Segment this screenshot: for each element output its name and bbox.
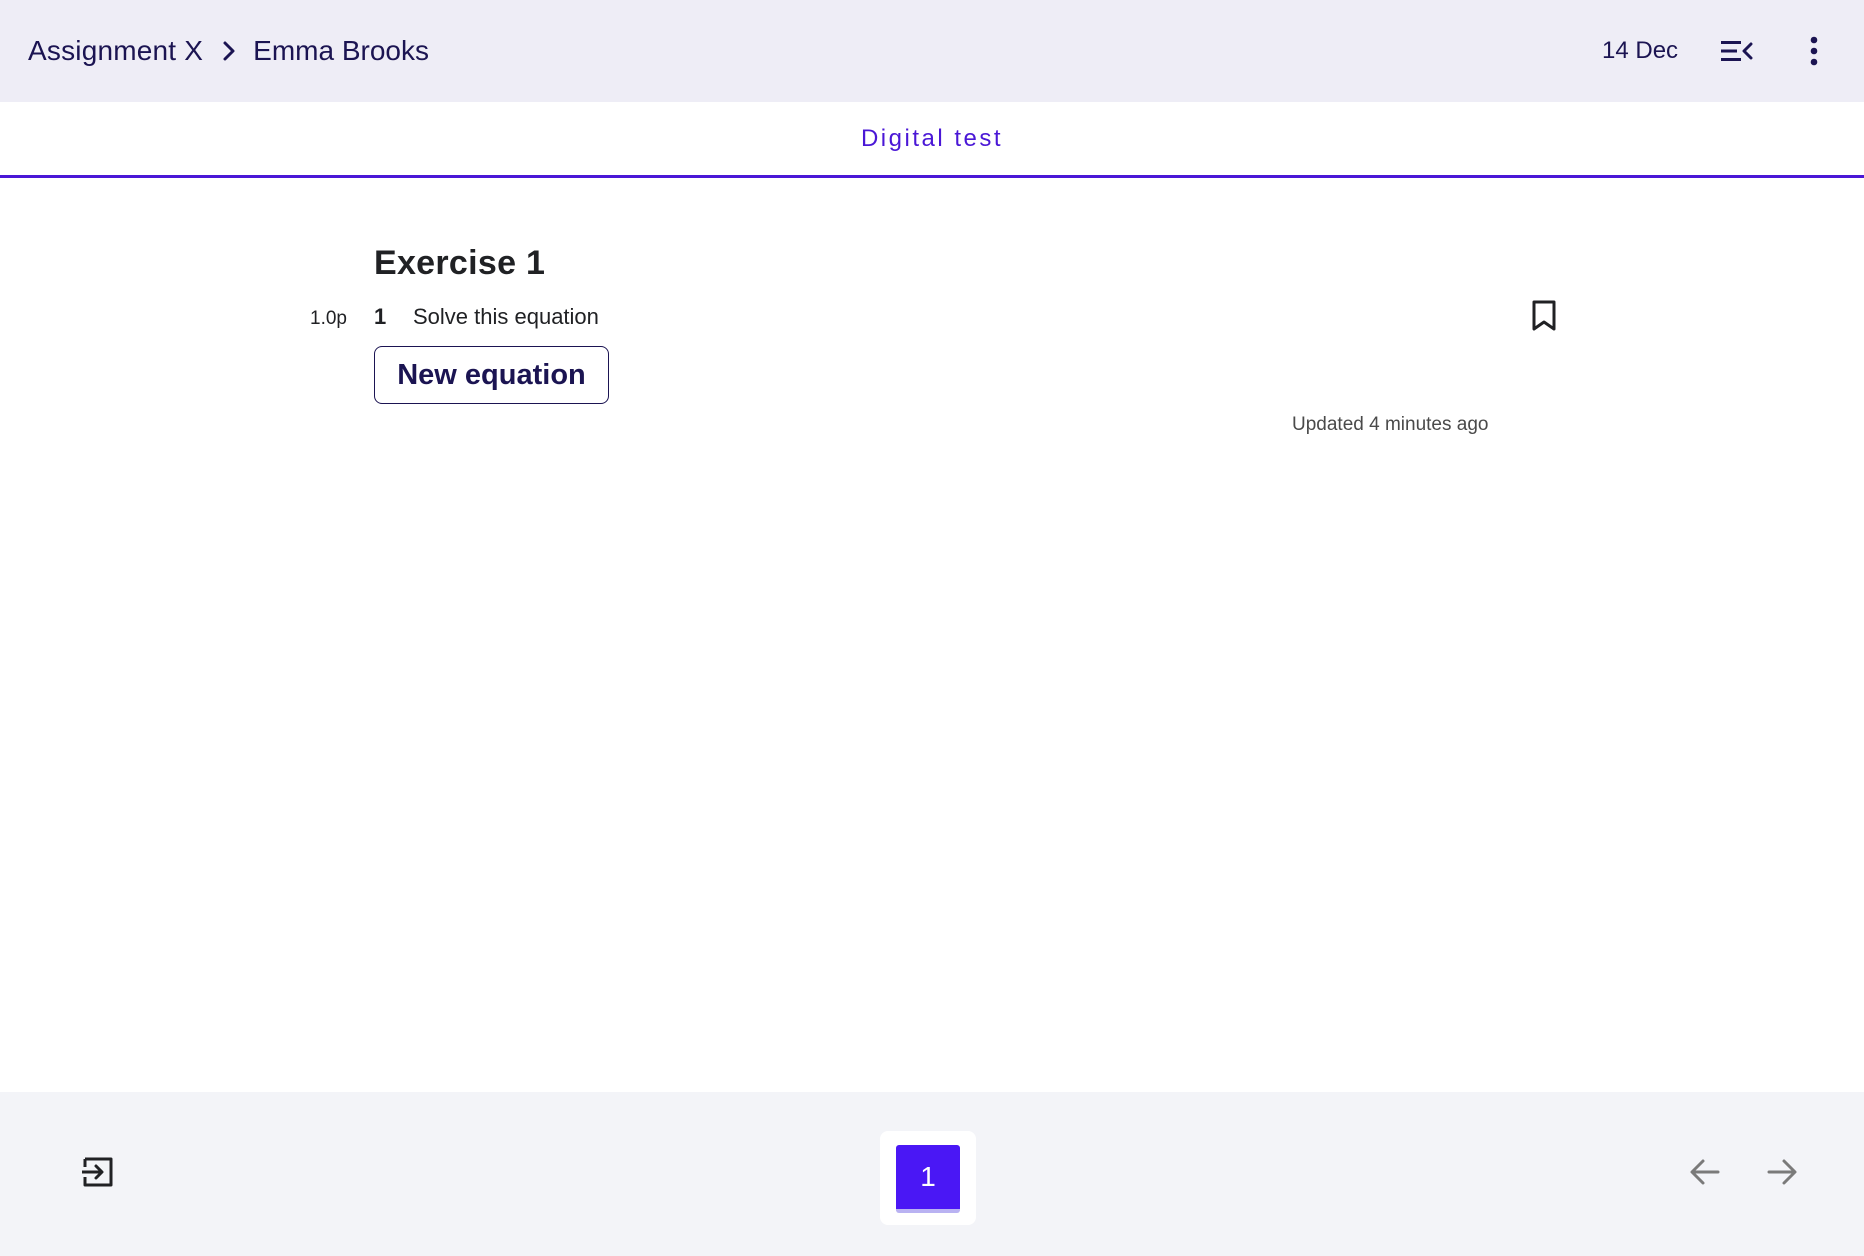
due-date: 14 Dec: [1602, 37, 1679, 64]
bottom-bar: 1: [0, 1092, 1864, 1256]
updated-timestamp: Updated 4 minutes ago: [1292, 414, 1489, 435]
question-text: Solve this equation: [413, 304, 599, 329]
top-header: Assignment X Emma Brooks 14 Dec: [0, 0, 1864, 102]
bookmark-icon[interactable]: [1528, 298, 1560, 334]
chevron-right-icon: [213, 35, 245, 67]
arrow-right-icon[interactable]: [1760, 1150, 1804, 1194]
page-navigator: 1: [880, 1131, 976, 1225]
more-vertical-icon[interactable]: [1790, 27, 1838, 75]
tab-bar: Digital test: [0, 102, 1864, 178]
breadcrumb-assignment[interactable]: Assignment X: [28, 35, 203, 67]
new-equation-button[interactable]: New equation: [374, 346, 609, 404]
arrow-left-icon[interactable]: [1683, 1150, 1727, 1194]
tab-digital-test[interactable]: Digital test: [0, 102, 1864, 175]
exercise-title: Exercise 1: [374, 244, 546, 282]
collapse-menu-icon[interactable]: [1713, 27, 1761, 75]
breadcrumb-student: Emma Brooks: [253, 35, 429, 66]
exit-icon[interactable]: [76, 1150, 120, 1194]
question-points: 1.0p: [310, 308, 347, 329]
question-number: 1: [374, 304, 387, 329]
breadcrumb: Assignment X Emma Brooks: [28, 0, 429, 102]
page-button-1[interactable]: 1: [896, 1145, 960, 1213]
